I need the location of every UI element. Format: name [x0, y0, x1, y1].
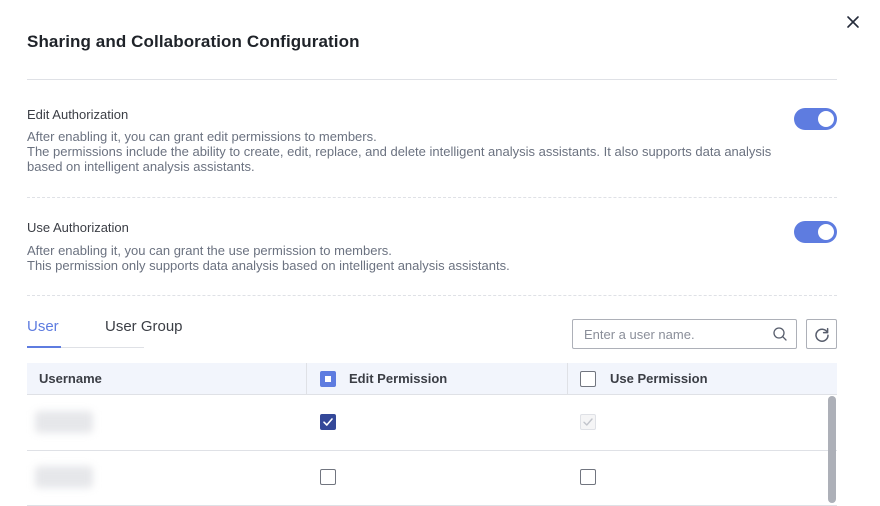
search-icon[interactable]: [772, 326, 788, 342]
edit-permission-checkbox[interactable]: [320, 469, 336, 485]
section-divider: [27, 197, 837, 198]
description-line: After enabling it, you can grant the use…: [27, 243, 392, 258]
use-permission-checkbox[interactable]: [580, 469, 596, 485]
column-header-use-permission: Use Permission: [610, 371, 708, 386]
edit-authorization-toggle[interactable]: [794, 108, 837, 130]
table-row: [27, 395, 837, 451]
dialog-title: Sharing and Collaboration Configuration: [27, 32, 360, 51]
edit-authorization-title: Edit Authorization: [27, 107, 129, 122]
column-separator: [306, 363, 307, 394]
use-authorization-title: Use Authorization: [27, 220, 129, 235]
toggle-knob: [818, 224, 834, 240]
username-cell-blurred: [35, 411, 93, 433]
check-icon: [323, 418, 333, 426]
description-line: based on intelligent analysis assistants…: [27, 159, 255, 174]
user-search-input[interactable]: [572, 319, 797, 349]
column-header-edit-permission: Edit Permission: [349, 371, 448, 386]
table-header: Username Edit Permission Use Permission: [27, 363, 837, 395]
column-header-username: Username: [39, 371, 102, 386]
column-separator: [567, 363, 568, 394]
sharing-config-dialog: Sharing and Collaboration Configuration …: [0, 0, 880, 506]
description-line: The permissions include the ability to c…: [27, 144, 772, 159]
description-line: This permission only supports data analy…: [27, 258, 510, 273]
use-authorization-description: After enabling it, you can grant the use…: [27, 243, 817, 273]
refresh-icon: [815, 327, 829, 342]
username-cell-blurred: [35, 466, 93, 488]
toggle-knob: [818, 111, 834, 127]
edit-authorization-description: After enabling it, you can grant edit pe…: [27, 129, 817, 174]
tab-user[interactable]: User: [27, 318, 59, 335]
check-icon: [583, 418, 593, 426]
use-permission-select-all-checkbox[interactable]: [580, 371, 596, 387]
section-divider: [27, 295, 837, 296]
use-permission-checkbox[interactable]: [580, 414, 596, 430]
edit-permission-select-all-checkbox[interactable]: [320, 371, 336, 387]
table-scrollbar[interactable]: [828, 396, 836, 503]
tab-user-group[interactable]: User Group: [105, 318, 183, 335]
close-button[interactable]: [843, 12, 863, 32]
close-icon: [847, 16, 859, 28]
use-authorization-toggle[interactable]: [794, 221, 837, 243]
table-row: [27, 450, 837, 506]
description-line: After enabling it, you can grant edit pe…: [27, 129, 377, 144]
tab-active-indicator: [27, 346, 61, 348]
refresh-button[interactable]: [806, 319, 837, 349]
title-divider: [27, 79, 837, 80]
edit-permission-checkbox[interactable]: [320, 414, 336, 430]
